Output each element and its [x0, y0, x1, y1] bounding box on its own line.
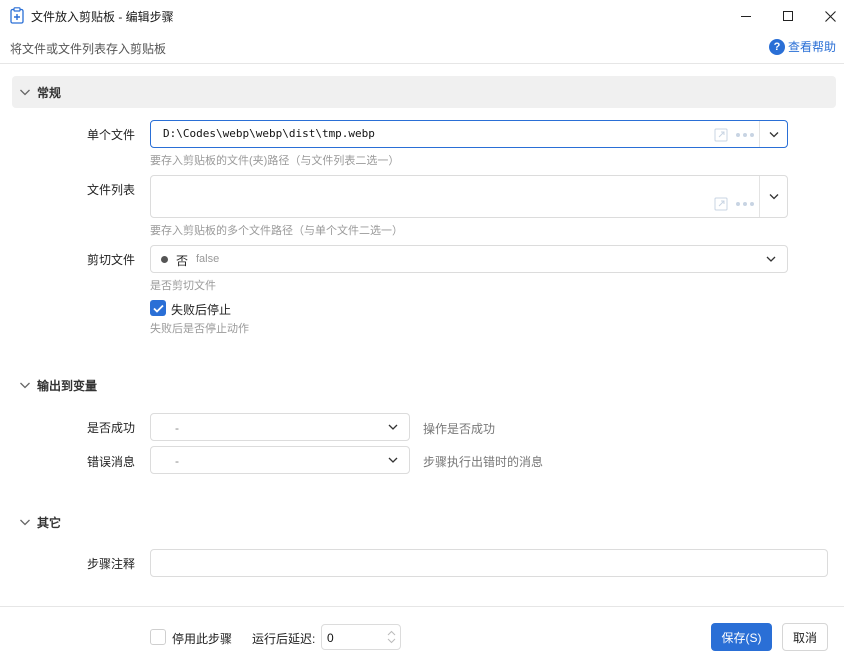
save-button[interactable]: 保存(S) — [711, 623, 772, 651]
section-output-header[interactable]: 输出到变量 — [12, 369, 836, 401]
delay-label: 运行后延迟: — [252, 632, 316, 646]
cut-file-label: 剪切文件 — [86, 253, 135, 267]
spinner-arrows-icon[interactable] — [387, 630, 396, 644]
step-comment-input[interactable] — [150, 549, 828, 577]
file-list-input[interactable] — [150, 175, 788, 218]
chevron-down-icon — [388, 424, 398, 430]
section-output-title: 输出到变量 — [37, 378, 98, 393]
question-circle-icon: ? — [768, 38, 785, 55]
maximize-button[interactable] — [766, 0, 810, 32]
error-message-label: 错误消息 — [86, 455, 135, 469]
more-options-icon[interactable] — [736, 132, 754, 138]
error-message-value: - — [175, 454, 179, 468]
is-success-note: 操作是否成功 — [423, 422, 496, 436]
single-file-input[interactable]: D:\Codes\webp\webp\dist\tmp.webp — [150, 120, 788, 148]
is-success-value: - — [175, 421, 179, 435]
chevron-down-icon — [769, 194, 778, 200]
is-success-select[interactable]: - — [150, 413, 410, 441]
single-file-value: D:\Codes\webp\webp\dist\tmp.webp — [163, 127, 375, 140]
chevron-down-icon — [20, 89, 30, 96]
error-message-note: 步骤执行出错时的消息 — [423, 455, 544, 469]
is-success-label: 是否成功 — [86, 421, 135, 435]
minimize-icon — [741, 16, 751, 17]
title-bar: 文件放入剪贴板 - 编辑步骤 — [0, 0, 844, 32]
cut-file-value-en: false — [196, 253, 220, 265]
maximize-icon — [783, 11, 793, 21]
help-link[interactable]: ? 查看帮助 — [768, 38, 836, 55]
single-file-hint: 要存入剪贴板的文件(夹)路径（与文件列表二选一） — [150, 155, 400, 167]
footer-bar: 停用此步骤 运行后延迟: 0 保存(S) 取消 — [0, 606, 844, 664]
open-external-icon[interactable] — [714, 197, 728, 211]
minimize-button[interactable] — [724, 0, 768, 32]
single-file-label: 单个文件 — [86, 128, 135, 142]
chevron-down-icon — [766, 256, 776, 262]
close-button[interactable] — [808, 0, 844, 32]
help-label: 查看帮助 — [787, 40, 836, 54]
stop-on-fail-hint: 失败后是否停止动作 — [150, 323, 249, 335]
cut-file-hint: 是否剪切文件 — [150, 280, 216, 292]
subheader: 将文件或文件列表存入剪贴板 ? 查看帮助 — [0, 32, 844, 64]
error-message-select[interactable]: - — [150, 446, 410, 474]
section-general-header[interactable]: 常规 — [12, 76, 836, 108]
disable-step-checkbox[interactable] — [150, 629, 166, 645]
chevron-down-icon — [388, 457, 398, 463]
more-options-icon[interactable] — [736, 201, 754, 207]
stop-on-fail-checkbox[interactable] — [150, 300, 166, 316]
step-comment-label: 步骤注释 — [86, 557, 135, 571]
section-general-title: 常规 — [37, 85, 62, 100]
stop-on-fail-label[interactable]: 失败后停止 — [171, 301, 231, 318]
cancel-button[interactable]: 取消 — [782, 623, 828, 651]
delay-input[interactable]: 0 — [321, 624, 401, 650]
close-icon — [824, 10, 836, 22]
section-other-header[interactable]: 其它 — [12, 506, 836, 538]
clipboard-app-icon — [10, 7, 24, 24]
checkmark-icon — [152, 304, 164, 313]
chevron-down-icon — [20, 519, 30, 526]
chevron-down-icon — [20, 382, 30, 389]
disable-step-label[interactable]: 停用此步骤 — [172, 630, 232, 647]
cut-file-value-cn: 否 — [176, 254, 189, 268]
cut-file-select[interactable]: 否 false — [150, 245, 788, 273]
file-list-dropdown-button[interactable] — [759, 176, 787, 217]
file-list-label: 文件列表 — [86, 183, 135, 197]
section-other-title: 其它 — [37, 515, 62, 530]
bool-dot-icon — [161, 256, 168, 263]
delay-value: 0 — [327, 631, 334, 645]
chevron-down-icon — [769, 131, 778, 137]
window-title: 文件放入剪贴板 - 编辑步骤 — [31, 10, 174, 24]
step-description: 将文件或文件列表存入剪贴板 — [10, 42, 167, 56]
single-file-dropdown-button[interactable] — [759, 121, 787, 147]
file-list-hint: 要存入剪贴板的多个文件路径（与单个文件二选一） — [150, 225, 403, 237]
open-external-icon[interactable] — [714, 128, 728, 142]
